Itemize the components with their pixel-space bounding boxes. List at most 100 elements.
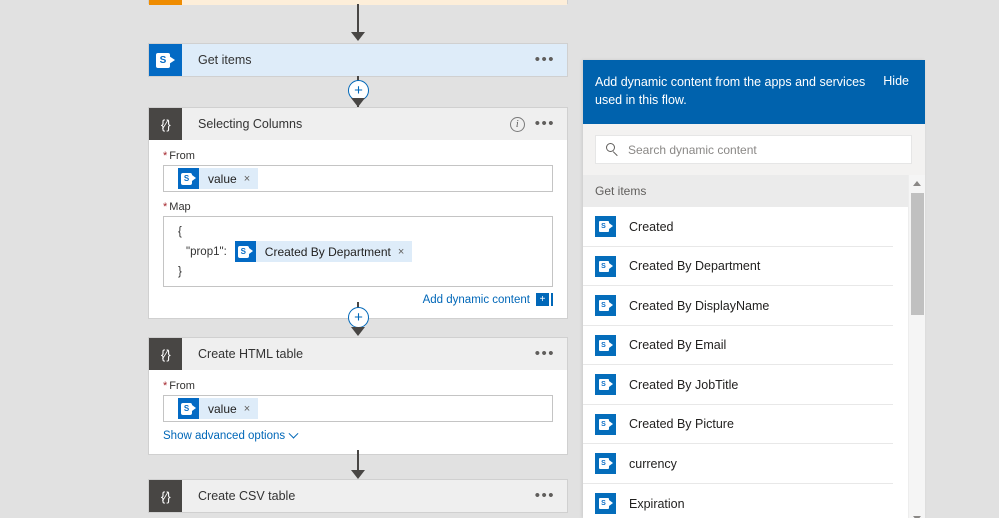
from-input[interactable]: value ×	[163, 395, 553, 422]
dynamic-content-list-area: Get items CreatedCreated By DepartmentCr…	[583, 175, 925, 518]
list-item[interactable]: Created	[583, 207, 893, 247]
trigger-title	[182, 0, 567, 5]
required-marker: *	[163, 201, 168, 213]
from-field-label: * From	[163, 150, 195, 162]
search-box[interactable]	[595, 135, 912, 165]
sharepoint-icon	[178, 168, 199, 189]
hide-panel-button[interactable]: Hide	[883, 73, 909, 88]
add-dynamic-content-link[interactable]: Add dynamic content	[423, 294, 530, 306]
token-label: value	[208, 401, 237, 416]
list-item[interactable]: Created By Picture	[583, 404, 893, 445]
remove-token-icon[interactable]: ×	[398, 246, 412, 258]
connector-arrow	[351, 470, 365, 479]
trigger-icon	[149, 0, 182, 5]
card-title-get-items: Get items	[198, 53, 252, 67]
show-advanced-options-toggle[interactable]: Show advanced options	[163, 428, 553, 442]
add-dynamic-content-icon[interactable]: +	[536, 293, 549, 306]
list-item[interactable]: Created By Department	[583, 246, 893, 287]
map-key: "prop1":	[186, 245, 227, 258]
sharepoint-icon	[595, 453, 616, 474]
more-options-icon[interactable]: •••	[535, 116, 555, 131]
card-actions: •••	[535, 44, 567, 76]
sharepoint-icon	[595, 216, 616, 237]
info-icon[interactable]: i	[509, 116, 525, 132]
connector-arrow	[351, 32, 365, 41]
sharepoint-icon	[595, 334, 616, 356]
data-operations-icon: {∕}	[149, 108, 182, 140]
text-caret	[551, 293, 553, 306]
sharepoint-icon	[178, 398, 199, 419]
map-input[interactable]: { "prop1": Created By Department × }	[163, 216, 553, 287]
map-open-brace: {	[178, 225, 182, 238]
card-get-items[interactable]: Get items •••	[148, 43, 568, 77]
card-create-html-table[interactable]: {∕} Create HTML table ••• *From value	[148, 337, 568, 455]
card-create-csv-table[interactable]: {∕} Create CSV table •••	[148, 479, 568, 513]
dynamic-content-list: Get items CreatedCreated By DepartmentCr…	[583, 175, 908, 518]
more-options-icon[interactable]: •••	[535, 346, 555, 361]
more-options-icon[interactable]: •••	[535, 52, 555, 67]
card-actions: •••	[535, 338, 567, 370]
card-title-create-html-table: Create HTML table	[198, 347, 304, 361]
token-label: value	[208, 171, 237, 186]
sharepoint-icon	[595, 493, 616, 514]
more-options-icon[interactable]: •••	[535, 488, 555, 503]
card-body-create-html-table: *From value × Show advanced options	[149, 370, 567, 454]
list-item-label: currency	[629, 456, 677, 471]
card-body-selecting-columns: *From value × *Map {	[149, 140, 567, 318]
card-title-create-csv-table: Create CSV table	[198, 489, 296, 503]
dynamic-token-value[interactable]: value ×	[178, 168, 259, 189]
dynamic-content-items: Created Created By Department Created By D…	[583, 207, 908, 518]
map-field-label: * Map	[163, 201, 191, 213]
list-item-label: Expiration	[629, 496, 685, 511]
sharepoint-icon	[149, 44, 182, 76]
show-advanced-options-label: Show advanced options	[163, 430, 286, 442]
list-item-label: Created By Email	[629, 338, 727, 352]
from-input[interactable]: value ×	[163, 165, 553, 192]
panel-scrollbar[interactable]	[908, 175, 925, 518]
required-marker: *	[163, 150, 168, 162]
map-close-brace: }	[178, 265, 182, 278]
insert-step-button[interactable]: +	[348, 307, 369, 328]
card-actions: i •••	[509, 108, 567, 140]
chevron-down-icon	[288, 428, 299, 439]
panel-header: Add dynamic content from the apps and se…	[583, 60, 925, 125]
connector-arrow	[351, 98, 365, 107]
list-item[interactable]: Created By Email	[583, 325, 893, 366]
list-item-label: Created By DisplayName	[629, 298, 770, 313]
card-actions: •••	[535, 480, 567, 512]
list-item-label: Created By Department	[629, 259, 761, 273]
sharepoint-icon	[234, 241, 256, 262]
dynamic-content-panel: Add dynamic content from the apps and se…	[583, 60, 925, 518]
remove-token-icon[interactable]: ×	[244, 173, 258, 185]
list-item[interactable]: Expiration	[583, 483, 893, 518]
search-input[interactable]	[628, 142, 901, 157]
sharepoint-icon	[595, 255, 616, 277]
list-item-label: Created	[629, 219, 674, 234]
flow-canvas: Get items ••• + {∕} Selecting Columns i …	[0, 0, 583, 518]
required-marker: *	[163, 380, 168, 392]
flow-designer-screen: Get items ••• + {∕} Selecting Columns i …	[0, 0, 999, 518]
scroll-up-button[interactable]	[909, 175, 925, 192]
card-title-selecting-columns: Selecting Columns	[198, 117, 303, 131]
list-item[interactable]: currency	[583, 444, 893, 484]
panel-header-text: Add dynamic content from the apps and se…	[595, 75, 866, 108]
sharepoint-icon	[595, 295, 616, 316]
data-operations-icon: {∕}	[149, 338, 182, 370]
sharepoint-icon	[595, 374, 616, 395]
list-item-label: Created By JobTitle	[629, 377, 739, 392]
remove-token-icon[interactable]: ×	[244, 403, 258, 415]
data-operations-icon: {∕}	[149, 480, 182, 512]
dynamic-token-value[interactable]: value ×	[178, 398, 259, 419]
scrollbar-thumb[interactable]	[911, 193, 924, 316]
dynamic-token-created-by-department[interactable]: Created By Department ×	[234, 241, 413, 262]
card-selecting-columns[interactable]: {∕} Selecting Columns i ••• * From S val…	[148, 107, 568, 319]
search-icon	[606, 143, 619, 157]
list-item-label: Created By Picture	[629, 417, 734, 431]
connector-arrow	[351, 327, 365, 336]
from-field-label: * From	[163, 380, 195, 392]
token-label: Created By Department	[264, 244, 391, 259]
list-item[interactable]: Created By JobTitle	[583, 365, 893, 405]
list-item[interactable]: Created By DisplayName	[583, 286, 893, 326]
map-entry-row: "prop1": Created By Department ×	[164, 240, 552, 263]
group-header-get-items: Get items	[583, 175, 908, 208]
